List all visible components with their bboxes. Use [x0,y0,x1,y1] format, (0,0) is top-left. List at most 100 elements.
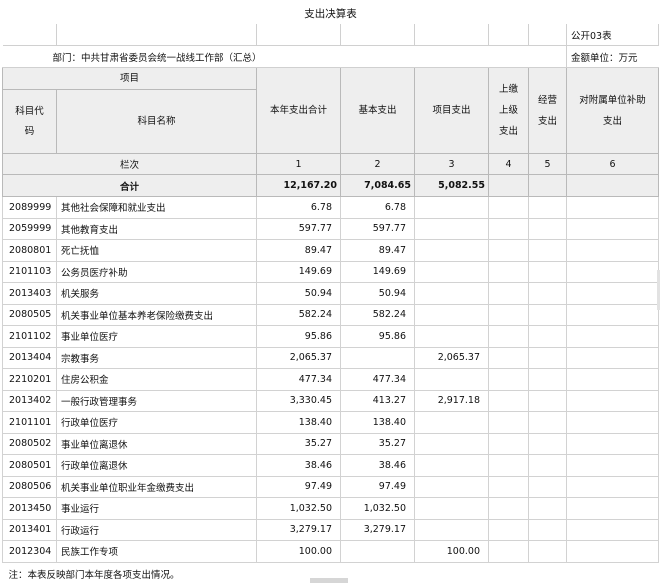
seq-label: 栏次 [2,153,257,175]
table-row: 2013403 机关服务 50.94 50.94 [2,282,659,305]
row-subsidy [566,368,659,391]
row-code: 2013402 [2,389,57,412]
row-total: 597.77 [256,217,341,240]
seq-col-5: 5 [528,153,567,175]
row-project [414,368,489,391]
row-subsidy [566,432,659,455]
row-subsidy [566,454,659,477]
row-subsidy [566,411,659,434]
seq-col-2: 2 [340,153,415,175]
row-total: 35.27 [256,432,341,455]
department-label: 部门：中共甘肃省委员会统一战线工作部（汇总） [2,45,567,68]
total-label: 合计 [2,174,257,197]
row-basic: 597.77 [340,217,415,240]
row-upper [488,282,529,305]
row-code: 2059999 [2,217,57,240]
row-total: 149.69 [256,260,341,283]
row-business [528,346,567,369]
row-business [528,475,567,498]
row-subsidy [566,518,659,541]
row-name: 行政单位医疗 [56,411,257,434]
row-code: 2013450 [2,497,57,520]
row-basic: 3,279.17 [340,518,415,541]
horizontal-scrollbar[interactable] [310,578,348,583]
header-project: 项目支出 [414,67,489,154]
row-project [414,239,489,262]
row-code: 2101101 [2,411,57,434]
table-row: 2012304 民族工作专项 100.00 100.00 [2,540,659,563]
total-amount: 12,167.20 [256,174,341,197]
row-upper [488,475,529,498]
row-basic: 1,032.50 [340,497,415,520]
row-project [414,497,489,520]
header-item: 项目 [2,67,257,90]
row-basic [340,540,415,563]
form-code: 公开03表 [566,24,659,46]
row-total: 2,065.37 [256,346,341,369]
table-row: 2210201 住房公积金 477.34 477.34 [2,368,659,391]
row-basic: 38.46 [340,454,415,477]
row-total: 95.86 [256,325,341,348]
table-row: 2080505 机关事业单位基本养老保险缴费支出 582.24 582.24 [2,303,659,326]
row-name: 住房公积金 [56,368,257,391]
row-basic: 413.27 [340,389,415,412]
row-upper [488,454,529,477]
row-code: 2089999 [2,196,57,219]
table-row: 2059999 其他教育支出 597.77 597.77 [2,217,659,240]
row-upper [488,540,529,563]
row-name: 宗教事务 [56,346,257,369]
row-subsidy [566,196,659,219]
row-basic: 95.86 [340,325,415,348]
row-basic: 477.34 [340,368,415,391]
row-total: 3,330.45 [256,389,341,412]
table-row: 2013450 事业运行 1,032.50 1,032.50 [2,497,659,520]
row-subsidy [566,260,659,283]
row-upper [488,260,529,283]
form-code-row: 公开03表 [2,24,659,46]
row-business [528,217,567,240]
row-upper [488,217,529,240]
row-business [528,325,567,348]
expenditure-table: 支出决算表 公开03表 部门：中共甘肃省委员会统一战线工作部（汇总） 金额单位：… [2,2,659,585]
total-project: 5,082.55 [414,174,489,197]
header-name: 科目名称 [56,89,257,154]
row-subsidy [566,475,659,498]
row-name: 机关事业单位职业年金缴费支出 [56,475,257,498]
row-upper [488,325,529,348]
row-upper [488,411,529,434]
table-row: 2080501 行政单位离退休 38.46 38.46 [2,454,659,477]
row-business [528,518,567,541]
row-code: 2101102 [2,325,57,348]
data-rows: 2089999 其他社会保障和就业支出 6.78 6.78 2059999 其他教育支出 5… [2,196,659,563]
table-row: 2101102 事业单位医疗 95.86 95.86 [2,325,659,348]
row-basic: 97.49 [340,475,415,498]
header-basic: 基本支出 [340,67,415,154]
row-project [414,411,489,434]
row-total: 50.94 [256,282,341,305]
row-project [414,260,489,283]
row-total: 97.49 [256,475,341,498]
header-code: 科目代码 [2,89,57,154]
row-business [528,196,567,219]
table-row: 2101103 公务员医疗补助 149.69 149.69 [2,260,659,283]
row-name: 事业单位离退休 [56,432,257,455]
row-business [528,368,567,391]
row-upper [488,389,529,412]
row-project [414,325,489,348]
header-total: 本年支出合计 [256,67,341,154]
row-project [414,518,489,541]
row-code: 2210201 [2,368,57,391]
row-upper [488,303,529,326]
table-row: 2080506 机关事业单位职业年金缴费支出 97.49 97.49 [2,475,659,498]
row-subsidy [566,303,659,326]
row-name: 死亡抚恤 [56,239,257,262]
header-row-1: 项目 本年支出合计 基本支出 项目支出 上缴上级支出 经营支出 对附属单位补助支… [2,67,659,154]
column-index-row: 栏次 1 2 3 4 5 6 [2,153,659,175]
row-basic: 35.27 [340,432,415,455]
row-name: 其他社会保障和就业支出 [56,196,257,219]
row-name: 公务员医疗补助 [56,260,257,283]
row-code: 2013404 [2,346,57,369]
row-code: 2080505 [2,303,57,326]
row-subsidy [566,389,659,412]
row-upper [488,518,529,541]
